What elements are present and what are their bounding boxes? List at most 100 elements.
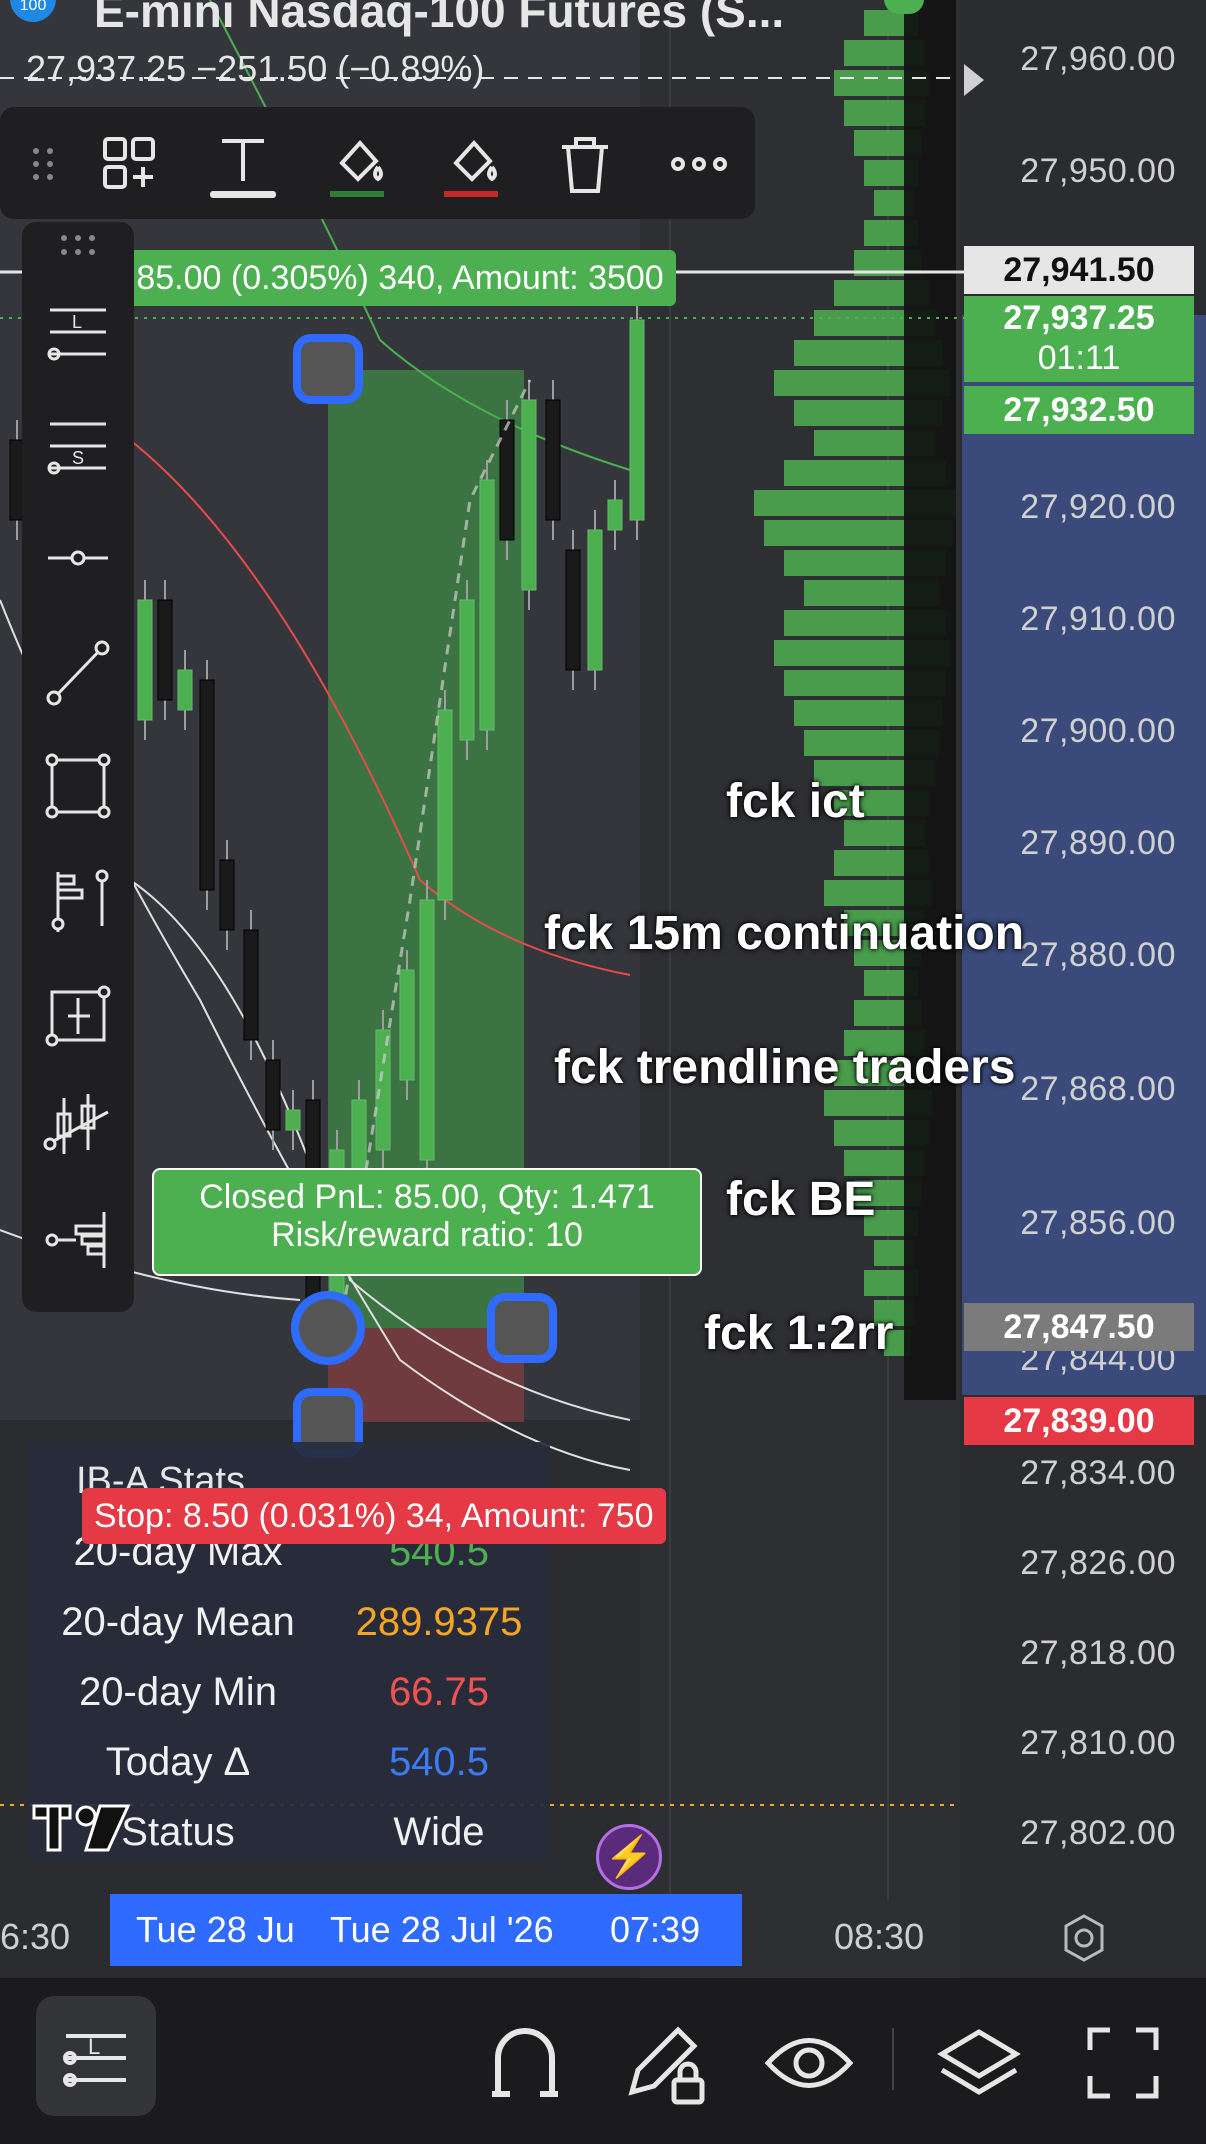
drag-handle-icon[interactable]	[10, 129, 80, 199]
chart-settings-icon[interactable]	[1058, 1912, 1110, 1964]
selected-time-range[interactable]: Tue 28 Ju Tue 28 Jul '26 07:39	[110, 1894, 742, 1966]
bottom-toolbar: L	[0, 1978, 1206, 2144]
rectangle-icon[interactable]	[40, 748, 116, 824]
bar-countdown: 01:11	[1037, 339, 1121, 377]
volume-profile-bar	[864, 220, 904, 246]
note-ict[interactable]: fck ict	[726, 774, 865, 829]
width-handle-icon[interactable]	[487, 1293, 557, 1363]
candle-body	[265, 1059, 281, 1131]
drawing-tools-button[interactable]: L	[36, 1996, 156, 2116]
volume-profile-bar	[834, 70, 904, 96]
candle-body	[545, 399, 561, 521]
volume-profile-bar	[814, 430, 904, 456]
more-icon[interactable]	[664, 129, 734, 199]
target-handle-icon[interactable]	[293, 334, 363, 404]
candle-body	[607, 499, 623, 531]
fullscreen-icon[interactable]	[1068, 2008, 1178, 2118]
volume-profile-bar	[804, 580, 904, 606]
closed-pnl-text: Closed PnL: 85.00, Qty: 1.471	[199, 1178, 655, 1216]
stats-row: 20-day Mean 289.9375	[28, 1600, 550, 1670]
magnet-icon[interactable]	[470, 2008, 580, 2118]
candle-body	[587, 529, 603, 671]
left-drawing-toolbar: LS	[22, 222, 134, 1312]
fixed-range-volume-icon[interactable]	[40, 976, 116, 1052]
stats-row: Today Δ 540.5	[28, 1740, 550, 1810]
note-be[interactable]: fck BE	[726, 1172, 875, 1227]
candle-body	[243, 929, 259, 1041]
candle-body	[137, 599, 153, 721]
svg-text:L: L	[88, 2034, 100, 2059]
drawing-tools-icon: L	[63, 2034, 126, 2087]
lock-drawing-icon[interactable]	[608, 2008, 718, 2118]
lightning-icon: ⚡	[604, 1835, 654, 1879]
tradingview-logo-icon	[32, 1804, 131, 1852]
note-trendline-traders[interactable]: fck trendline traders	[554, 1040, 1015, 1095]
price-axis-label: 27,910.00	[1020, 600, 1176, 638]
long-position-icon[interactable]: L	[40, 292, 116, 368]
stop-label: Stop: 8.50 (0.031%) 34, Amount: 750	[82, 1488, 666, 1544]
candle-body	[157, 599, 173, 701]
lightning-button[interactable]: ⚡	[596, 1824, 662, 1890]
volume-profile-icon[interactable]	[40, 1202, 116, 1278]
entry-price-tag: 27,847.50	[964, 1303, 1194, 1351]
eye-icon[interactable]	[754, 2008, 864, 2118]
price-axis-label: 27,890.00	[1020, 824, 1176, 862]
candle-body	[219, 859, 235, 931]
volume-profile-bar	[834, 850, 904, 876]
target-price-tag: 27,932.50	[964, 386, 1194, 434]
text-icon[interactable]	[208, 129, 278, 199]
volume-profile-bar	[794, 400, 904, 426]
bottom-divider	[892, 2028, 894, 2090]
price-axis-label: 27,900.00	[1020, 712, 1176, 750]
fill-color-icon[interactable]	[322, 129, 392, 199]
entry-handle-icon[interactable]	[291, 1291, 365, 1365]
candle-body	[521, 399, 537, 591]
price-axis-label: 27,802.00	[1020, 1814, 1176, 1852]
horizontal-ray-icon[interactable]	[40, 520, 116, 596]
price-axis-label: 27,856.00	[1020, 1204, 1176, 1242]
trend-line-icon[interactable]	[40, 634, 116, 710]
anchored-vwap-icon[interactable]	[40, 862, 116, 938]
volume-profile-bar	[804, 730, 904, 756]
volume-profile-bar	[874, 1240, 904, 1266]
last-price-value: 27,937.25	[1003, 299, 1155, 337]
pnl-box: Closed PnL: 85.00, Qty: 1.471 Risk/rewar…	[152, 1168, 702, 1276]
stats-value: 289.9375	[355, 1600, 523, 1644]
stats-key: Today Δ	[105, 1740, 251, 1784]
note-15m-continuation[interactable]: fck 15m continuation	[544, 906, 1024, 961]
candle-body	[199, 679, 215, 891]
short-position-icon[interactable]: S	[40, 406, 116, 482]
line-color-icon[interactable]	[436, 129, 506, 199]
drawing-toolbar	[0, 107, 755, 219]
price-change: 27,937.25 −251.50 (−0.89%)	[26, 48, 485, 89]
volume-profile-bar	[864, 160, 904, 186]
price-axis-label: 27,834.00	[1020, 1454, 1176, 1492]
toolbar-drag-handle-icon[interactable]	[40, 226, 116, 266]
symbol-title[interactable]: E-mini Nasdaq-100 Futures (S...	[94, 0, 784, 38]
stats-value: 540.5	[388, 1740, 490, 1784]
trash-icon[interactable]	[550, 129, 620, 199]
candle-body	[285, 1109, 301, 1131]
note-rr[interactable]: fck 1:2rr	[704, 1306, 893, 1361]
add-to-favorites-icon[interactable]	[95, 129, 165, 199]
price-axis-label: 27,920.00	[1020, 488, 1176, 526]
volume-profile-bar	[854, 1000, 904, 1026]
candle-body	[565, 549, 581, 671]
layers-icon[interactable]	[924, 2008, 1034, 2118]
volume-profile-bar	[844, 100, 904, 126]
selected-date-full: Tue 28 Jul '26	[330, 1909, 554, 1950]
volume-profile-bar	[784, 460, 904, 486]
pitchfork-icon[interactable]	[40, 1088, 116, 1164]
volume-profile-bar	[784, 610, 904, 636]
volume-profile-bar	[794, 700, 904, 726]
selected-time: 07:39	[610, 1909, 701, 1950]
crosshair-price-tag: 27,941.50	[964, 246, 1194, 294]
volume-profile-bar	[844, 40, 904, 66]
price-axis-label: 27,818.00	[1020, 1634, 1176, 1672]
volume-profile-bar	[824, 880, 904, 906]
volume-profile-bar	[834, 1120, 904, 1146]
volume-profile-bar	[864, 1270, 904, 1296]
volume-profile-bar	[794, 340, 904, 366]
volume-profile-bar	[754, 490, 904, 516]
stats-value: Wide	[393, 1810, 485, 1854]
